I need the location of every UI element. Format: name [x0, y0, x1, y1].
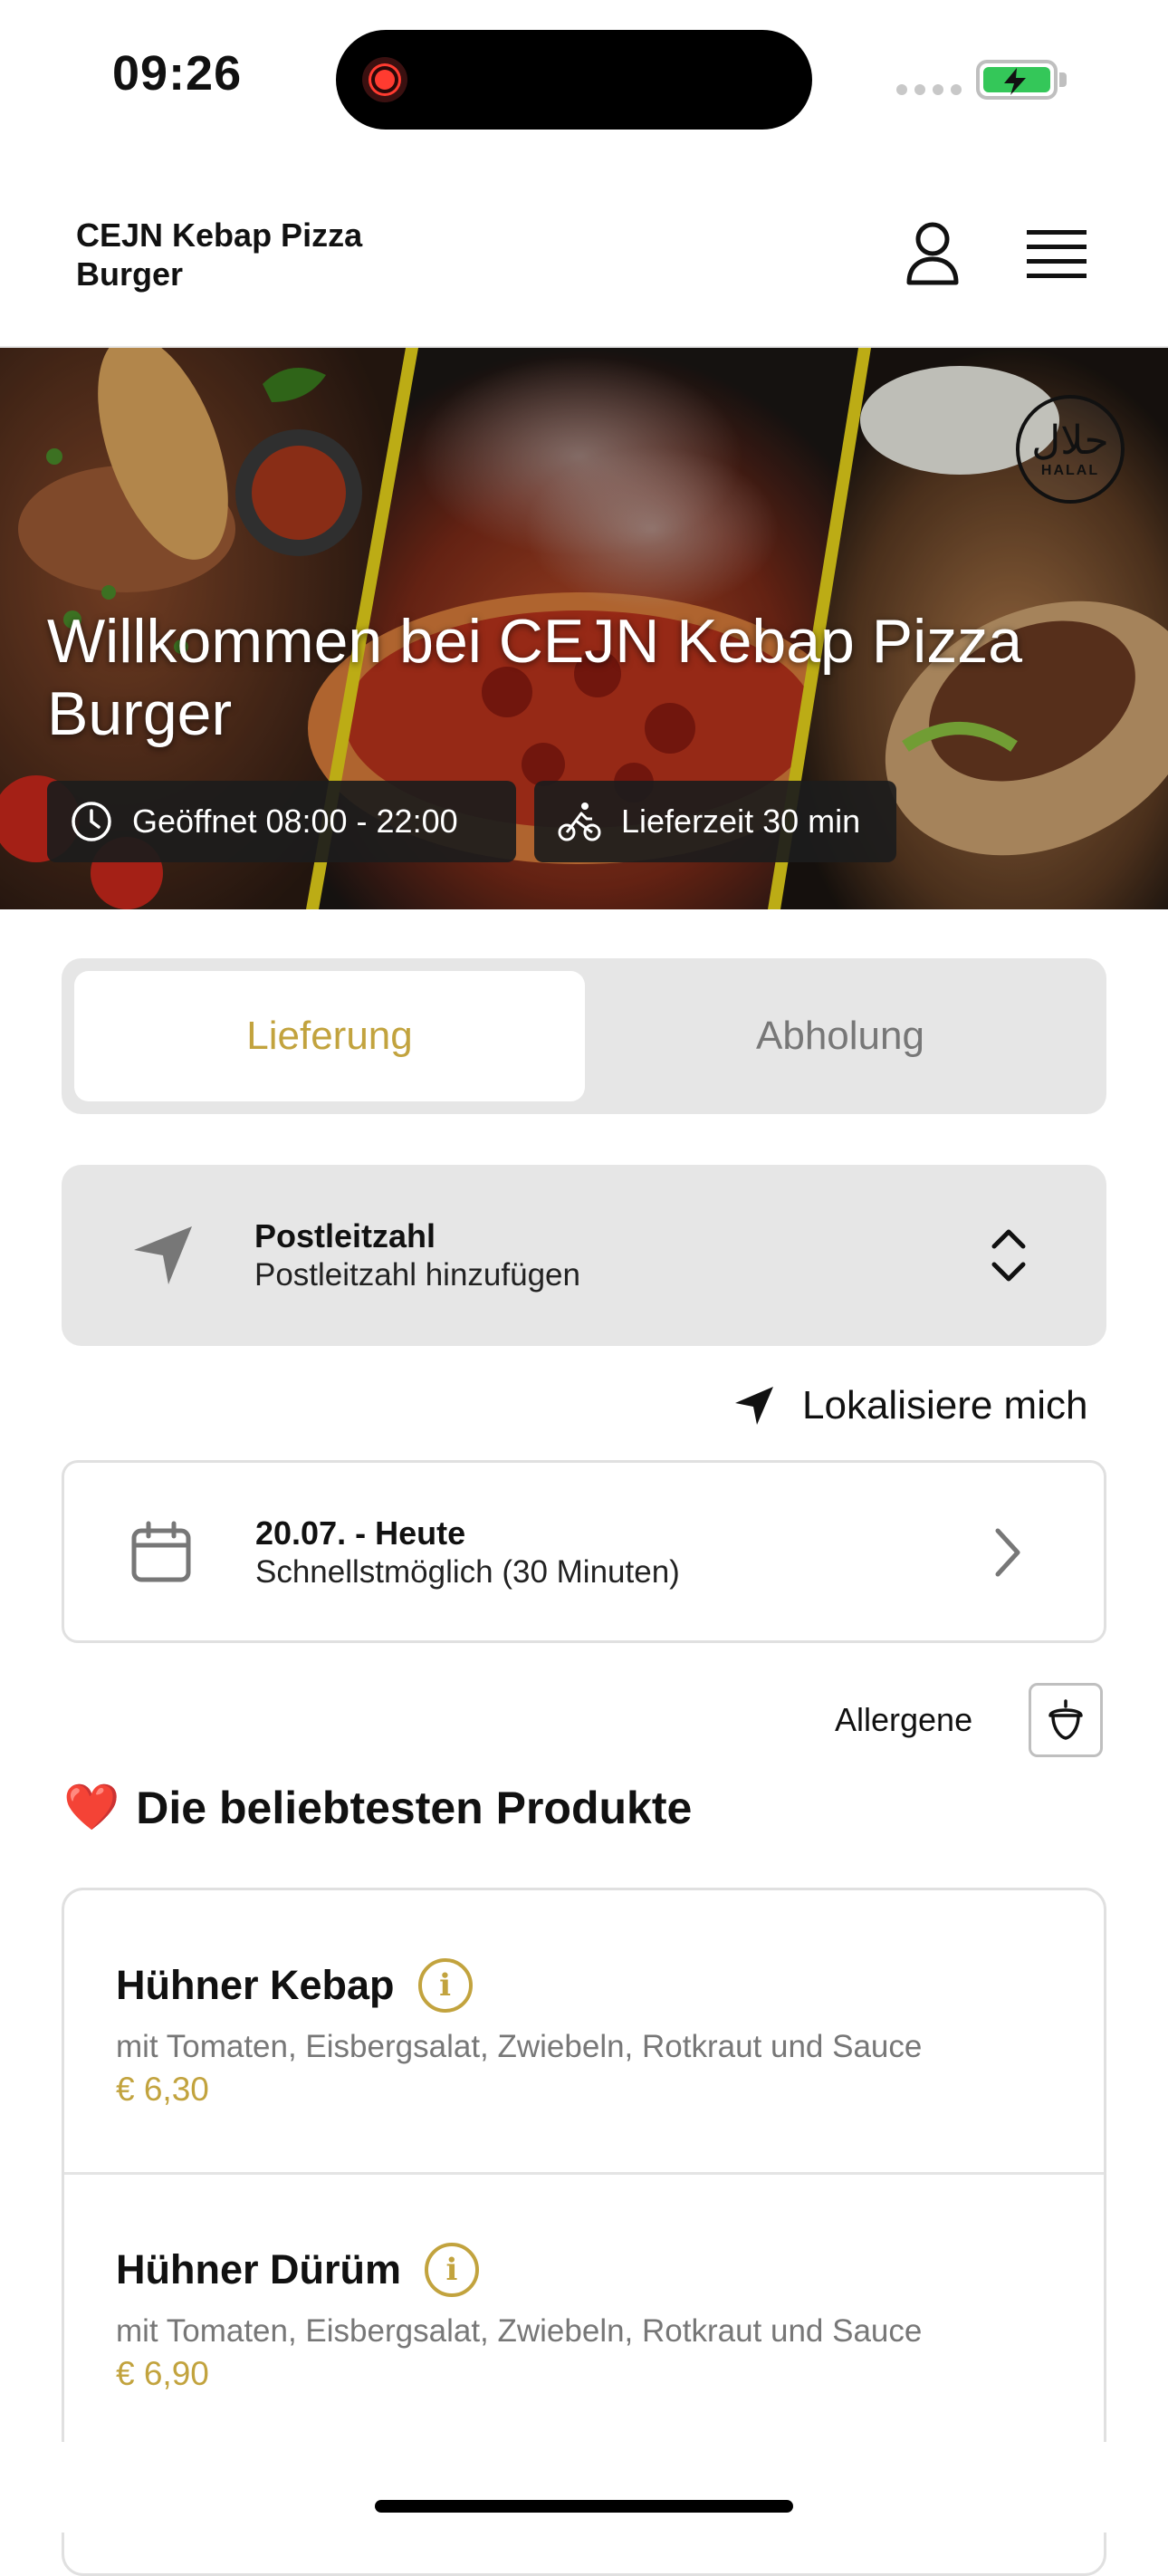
- allergens-label: Allergene: [835, 1701, 973, 1738]
- delivery-date: 20.07. - Heute: [255, 1514, 466, 1552]
- locate-me-button[interactable]: Lokalisiere mich: [733, 1377, 1087, 1435]
- account-button[interactable]: [896, 217, 969, 290]
- delivery-time-text: Lieferzeit 30 min: [621, 803, 861, 840]
- signal-icon: [896, 84, 962, 95]
- postal-code-label: Postleitzahl: [254, 1217, 436, 1254]
- opening-hours-text: Geöffnet 08:00 - 22:00: [132, 803, 458, 840]
- popular-products-title: Die beliebtesten Produkte: [136, 1782, 693, 1833]
- delivery-time-selector[interactable]: [62, 1460, 1106, 1643]
- allergens-button[interactable]: [1029, 1683, 1103, 1757]
- calendar-icon: [131, 1521, 191, 1582]
- locate-me-label: Lokalisiere mich: [802, 1383, 1088, 1427]
- postal-code-placeholder: Postleitzahl hinzufügen: [254, 1257, 580, 1293]
- home-indicator[interactable]: [375, 2500, 793, 2513]
- delivery-time-badge: Lieferzeit 30 min: [534, 781, 896, 862]
- product-item-name[interactable]: Hühner Kebap i: [116, 1958, 473, 2013]
- info-icon[interactable]: i: [425, 2243, 479, 2297]
- product-name: Hühner Kebap: [116, 1962, 395, 2008]
- status-time: 09:26: [112, 46, 243, 101]
- heart-icon: ❤️: [63, 1782, 120, 1832]
- product-name: Hühner Dürüm: [116, 2246, 401, 2292]
- info-icon[interactable]: i: [417, 1958, 473, 2013]
- bike-icon: [558, 803, 601, 841]
- postal-code-selector[interactable]: [62, 1165, 1106, 1346]
- bottom-safe-area: [0, 2442, 1168, 2533]
- chevron-right-icon: [995, 1528, 1020, 1577]
- product-price: € 6,90: [116, 2355, 209, 2392]
- delivery-time-option: Schnellstmöglich (30 Minuten): [255, 1554, 680, 1590]
- product-divider: [64, 2172, 1104, 2175]
- tab-delivery[interactable]: Lieferung: [74, 971, 585, 1101]
- user-icon: [906, 222, 959, 285]
- popular-products-heading: ❤️ Die beliebtesten Produkte: [63, 1781, 692, 1834]
- hero-title: Willkommen bei CEJN Kebap Pizza Burger: [47, 607, 1023, 748]
- battery-icon: [976, 60, 1067, 100]
- menu-icon: [1027, 230, 1087, 278]
- opening-hours-badge: Geöffnet 08:00 - 22:00: [47, 781, 516, 862]
- tab-pickup[interactable]: Abholung: [585, 971, 1096, 1101]
- halal-badge-arabic: حلال: [1031, 418, 1109, 464]
- clock-icon: [72, 802, 111, 841]
- halal-badge: حلال HALAL: [1016, 395, 1125, 504]
- product-description: mit Tomaten, Eisbergsalat, Zwiebeln, Rot…: [116, 2029, 923, 2064]
- chevron-updown-icon: [991, 1229, 1026, 1282]
- menu-button[interactable]: [1020, 221, 1094, 286]
- product-price: € 6,30: [116, 2071, 209, 2108]
- location-arrow-icon: [134, 1226, 192, 1284]
- product-description: mit Tomaten, Eisbergsalat, Zwiebeln, Rot…: [116, 2313, 923, 2349]
- product-item-name[interactable]: Hühner Dürüm i: [116, 2243, 479, 2297]
- recording-icon: [362, 57, 407, 102]
- acorn-icon: [1048, 1699, 1083, 1740]
- location-arrow-icon: [735, 1387, 773, 1425]
- restaurant-name[interactable]: CEJN Kebap Pizza Burger: [76, 216, 402, 293]
- halal-badge-text: HALAL: [1040, 463, 1100, 478]
